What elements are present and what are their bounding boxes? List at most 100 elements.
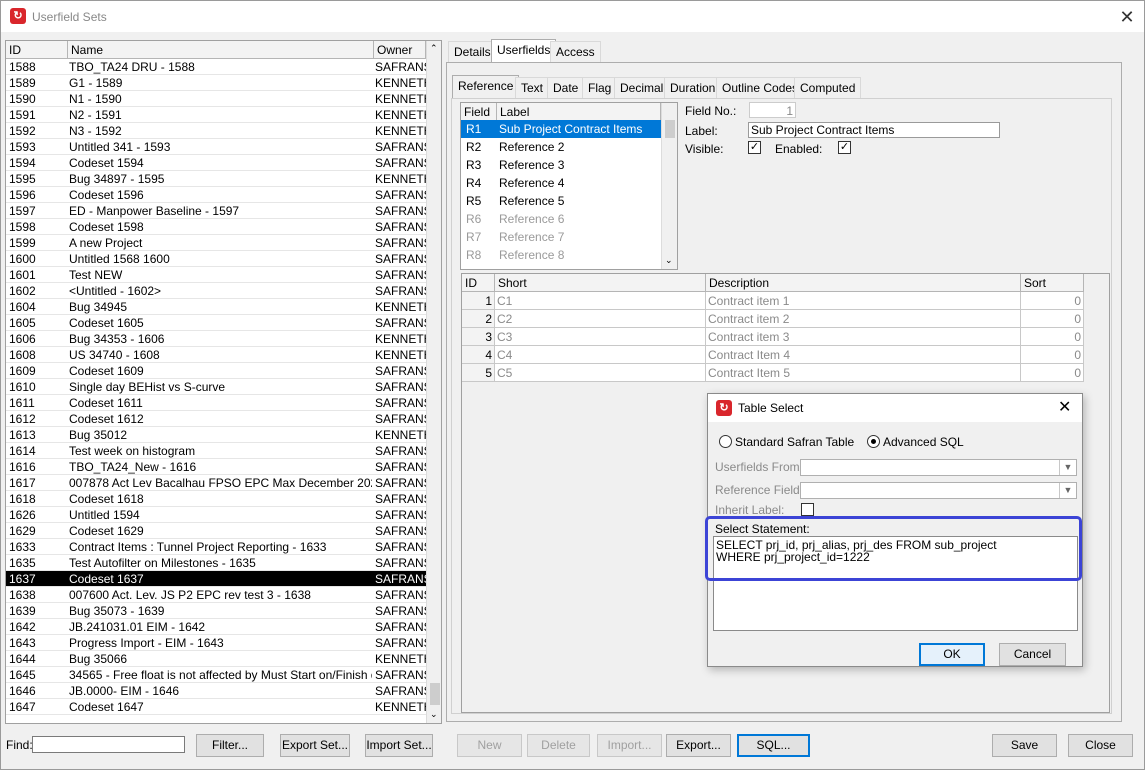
scroll-up-icon[interactable]: ⌃ xyxy=(430,43,438,54)
value-cell-desc[interactable]: Contract Item 4 xyxy=(706,346,1021,364)
list-item[interactable]: 1606 Bug 34353 - 1606 KENNETH xyxy=(6,331,426,347)
list-item[interactable]: 1600 Untitled 1568 1600 SAFRANS xyxy=(6,251,426,267)
ok-button[interactable]: OK xyxy=(919,643,985,666)
delete-button[interactable]: Delete xyxy=(527,734,590,757)
sql-button[interactable]: SQL... xyxy=(737,734,810,757)
list-item[interactable]: 1605 Codeset 1605 SAFRANS xyxy=(6,315,426,331)
tab-userfields[interactable]: Userfields xyxy=(491,39,557,63)
value-cell-id[interactable]: 1 xyxy=(462,292,495,310)
tab-access[interactable]: Access xyxy=(550,41,601,63)
value-cell-sort[interactable]: 0 xyxy=(1021,346,1084,364)
scroll-down-icon[interactable]: ⌄ xyxy=(665,255,673,266)
value-cell-desc[interactable]: Contract Item 5 xyxy=(706,364,1021,382)
enabled-checkbox[interactable]: ✓ xyxy=(838,141,851,154)
value-cell-short[interactable]: C4 xyxy=(495,346,706,364)
dialog-close-icon[interactable]: ✕ xyxy=(1058,397,1071,417)
scroll-thumb[interactable] xyxy=(430,683,440,705)
list-item[interactable]: 1644 Bug 35066 KENNETH xyxy=(6,651,426,667)
reference-field-select[interactable]: ▼ xyxy=(800,482,1077,499)
list-item[interactable]: 1643 Progress Import - EIM - 1643 SAFRANS xyxy=(6,635,426,651)
list-item[interactable]: 1604 Bug 34945 KENNETH xyxy=(6,299,426,315)
export-button[interactable]: Export... xyxy=(666,734,731,757)
list-item[interactable]: 1594 Codeset 1594 SAFRANS xyxy=(6,155,426,171)
find-input[interactable] xyxy=(32,736,185,753)
value-cell-id[interactable]: 5 xyxy=(462,364,495,382)
list-item[interactable]: 1637 Codeset 1637 SAFRANS xyxy=(6,571,426,587)
list-item[interactable]: 1602 <Untitled - 1602> SAFRANS xyxy=(6,283,426,299)
label-input[interactable]: Sub Project Contract Items xyxy=(748,122,1000,138)
reference-field-item[interactable]: R5 Reference 5 xyxy=(461,192,661,210)
list-item[interactable]: 1608 US 34740 - 1608 KENNETH xyxy=(6,347,426,363)
tab-outline-codes[interactable]: Outline Codes xyxy=(716,77,805,99)
tab-details[interactable]: Details xyxy=(448,41,497,63)
field-no-input[interactable]: 1 xyxy=(749,102,796,118)
list-item[interactable]: 1599 A new Project SAFRANS xyxy=(6,235,426,251)
new-button[interactable]: New xyxy=(457,734,522,757)
reference-fields-list[interactable]: Field Label R1 Sub Project Contract Items… xyxy=(460,102,678,270)
close-icon[interactable]: ✕ xyxy=(1116,6,1138,28)
list-item[interactable]: 1617 007878 Act Lev Bacalhau FPSO EPC Max… xyxy=(6,475,426,491)
tab-duration[interactable]: Duration xyxy=(664,77,722,99)
cancel-button[interactable]: Cancel xyxy=(999,643,1066,666)
value-cell-sort[interactable]: 0 xyxy=(1021,328,1084,346)
list-item[interactable]: 1618 Codeset 1618 SAFRANS xyxy=(6,491,426,507)
list-item[interactable]: 1609 Codeset 1609 SAFRANS xyxy=(6,363,426,379)
column-header-label[interactable]: Label xyxy=(497,103,661,121)
reference-field-item[interactable]: R4 Reference 4 xyxy=(461,174,661,192)
tab-text[interactable]: Text xyxy=(515,77,550,99)
inherit-label-checkbox[interactable] xyxy=(801,503,814,516)
list-item[interactable]: 1616 TBO_TA24_New - 1616 SAFRANS xyxy=(6,459,426,475)
column-header-value-id[interactable]: ID xyxy=(462,274,495,292)
reference-field-item[interactable]: R1 Sub Project Contract Items xyxy=(461,120,661,138)
value-cell-short[interactable]: C1 xyxy=(495,292,706,310)
list-item[interactable]: 1590 N1 - 1590 KENNETH xyxy=(6,91,426,107)
value-cell-desc[interactable]: Contract item 1 xyxy=(706,292,1021,310)
list-item[interactable]: 1639 Bug 35073 - 1639 SAFRANS xyxy=(6,603,426,619)
list-item[interactable]: 1598 Codeset 1598 SAFRANS xyxy=(6,219,426,235)
list-item[interactable]: 1588 TBO_TA24 DRU - 1588 SAFRANS xyxy=(6,59,426,75)
fields-scroll-thumb[interactable] xyxy=(665,120,675,138)
column-header-name[interactable]: Name xyxy=(68,41,374,59)
value-cell-id[interactable]: 4 xyxy=(462,346,495,364)
list-item[interactable]: 1646 JB.0000- EIM - 1646 SAFRANS xyxy=(6,683,426,699)
list-item[interactable]: 1614 Test week on histogram SAFRANS xyxy=(6,443,426,459)
list-item[interactable]: 1596 Codeset 1596 SAFRANS xyxy=(6,187,426,203)
export-set-button[interactable]: Export Set... xyxy=(280,734,350,757)
value-cell-id[interactable]: 3 xyxy=(462,328,495,346)
value-cell-sort[interactable]: 0 xyxy=(1021,310,1084,328)
userfields-from-select[interactable]: ▼ xyxy=(800,459,1077,476)
list-item[interactable]: 1626 Untitled 1594 SAFRANS xyxy=(6,507,426,523)
fields-scrollbar[interactable]: ⌄ xyxy=(661,103,677,269)
list-item[interactable]: 1638 007600 Act. Lev. JS P2 EPC rev test … xyxy=(6,587,426,603)
value-cell-desc[interactable]: Contract item 2 xyxy=(706,310,1021,328)
column-header-description[interactable]: Description xyxy=(706,274,1021,292)
list-item[interactable]: 1635 Test Autofilter on Milestones - 1635… xyxy=(6,555,426,571)
list-item[interactable]: 1591 N2 - 1591 KENNETH xyxy=(6,107,426,123)
value-cell-short[interactable]: C2 xyxy=(495,310,706,328)
filter-button[interactable]: Filter... xyxy=(196,734,264,757)
column-header-sort[interactable]: Sort xyxy=(1021,274,1084,292)
tab-computed[interactable]: Computed xyxy=(794,77,862,99)
column-header-short[interactable]: Short xyxy=(495,274,706,292)
import-button[interactable]: Import... xyxy=(597,734,662,757)
close-button[interactable]: Close xyxy=(1068,734,1133,757)
list-item[interactable]: 1612 Codeset 1612 SAFRANS xyxy=(6,411,426,427)
value-cell-desc[interactable]: Contract item 3 xyxy=(706,328,1021,346)
column-header-field[interactable]: Field xyxy=(461,103,497,121)
reference-field-item[interactable]: R6 Reference 6 xyxy=(461,210,661,228)
value-cell-short[interactable]: C5 xyxy=(495,364,706,382)
save-button[interactable]: Save xyxy=(992,734,1057,757)
reference-field-item[interactable]: R3 Reference 3 xyxy=(461,156,661,174)
reference-field-item[interactable]: R2 Reference 2 xyxy=(461,138,661,156)
list-item[interactable]: 1611 Codeset 1611 SAFRANS xyxy=(6,395,426,411)
list-item[interactable]: 1613 Bug 35012 KENNETH xyxy=(6,427,426,443)
column-header-id[interactable]: ID xyxy=(6,41,68,59)
list-item[interactable]: 1629 Codeset 1629 SAFRANS xyxy=(6,523,426,539)
value-cell-sort[interactable]: 0 xyxy=(1021,292,1084,310)
import-set-button[interactable]: Import Set... xyxy=(365,734,433,757)
value-cell-sort[interactable]: 0 xyxy=(1021,364,1084,382)
list-item[interactable]: 1593 Untitled 341 - 1593 SAFRANS xyxy=(6,139,426,155)
value-cell-id[interactable]: 2 xyxy=(462,310,495,328)
reference-field-item[interactable]: R8 Reference 8 xyxy=(461,246,661,264)
list-item[interactable]: 1610 Single day BEHist vs S-curve SAFRANS xyxy=(6,379,426,395)
